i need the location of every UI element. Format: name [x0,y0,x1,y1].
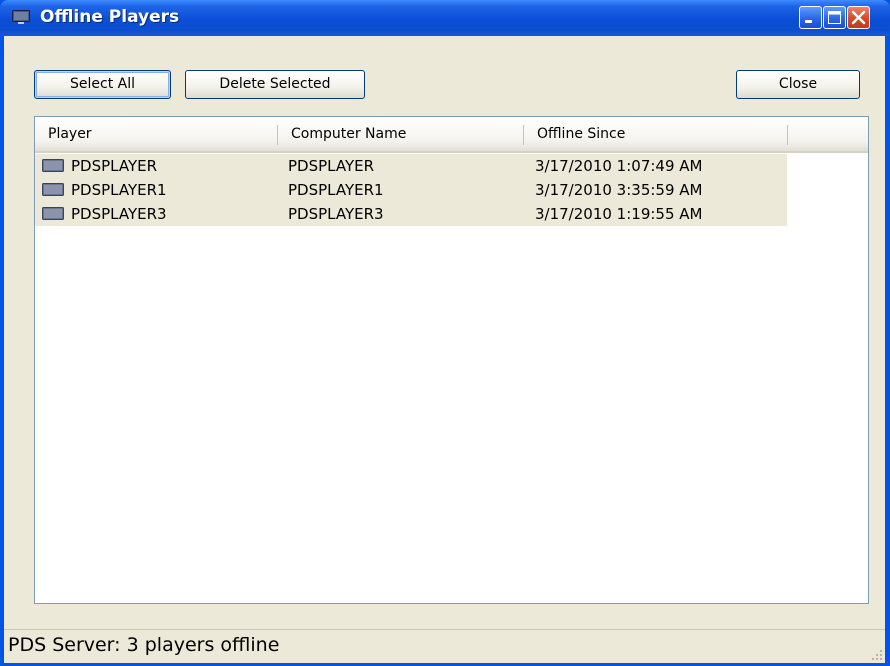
list-header: Player Computer Name Offline Since [35,117,868,153]
column-header-offline-since[interactable]: Offline Since [524,117,788,151]
maximize-icon [828,11,841,24]
title-bar[interactable]: Offline Players [0,0,890,36]
status-bar: PDS Server: 3 players offline [4,629,885,663]
player-cell: PDSPLAYER3 [71,205,167,223]
delete-selected-button[interactable]: Delete Selected [185,70,365,99]
resize-grip-icon[interactable] [869,647,883,661]
computer-name-cell: PDSPLAYER1 [288,181,384,199]
status-text: PDS Server: 3 players offline [8,634,280,656]
minimize-button[interactable] [799,6,822,29]
table-row[interactable]: PDSPLAYER PDSPLAYER 3/17/2010 1:07:49 AM [35,154,787,178]
column-header-player[interactable]: Player [35,117,277,151]
client-area: Select All Delete Selected Close Player … [4,36,885,662]
select-all-button[interactable]: Select All [34,70,171,99]
offline-players-window: Offline Players Select All Delete Select… [0,0,890,666]
column-header-computer-name[interactable]: Computer Name [278,117,523,151]
players-list[interactable]: Player Computer Name Offline Since PDSPL… [34,116,869,604]
player-cell: PDSPLAYER1 [71,181,167,199]
close-window-button[interactable] [847,6,870,29]
window-title: Offline Players [40,7,180,27]
column-separator[interactable] [787,125,788,145]
minimize-icon [805,20,812,23]
monitor-icon [12,10,30,24]
player-icon [42,207,64,220]
player-cell: PDSPLAYER [71,157,158,175]
offline-since-cell: 3/17/2010 1:19:55 AM [535,205,703,223]
table-row[interactable]: PDSPLAYER1 PDSPLAYER1 3/17/2010 3:35:59 … [35,178,787,202]
offline-since-cell: 3/17/2010 1:07:49 AM [535,157,703,175]
close-button[interactable]: Close [736,70,860,99]
offline-since-cell: 3/17/2010 3:35:59 AM [535,181,703,199]
close-icon [851,10,866,25]
computer-name-cell: PDSPLAYER3 [288,205,384,223]
computer-name-cell: PDSPLAYER [288,157,375,175]
table-row[interactable]: PDSPLAYER3 PDSPLAYER3 3/17/2010 1:19:55 … [35,202,787,226]
player-icon [42,159,64,172]
player-icon [42,183,64,196]
maximize-button[interactable] [823,6,846,29]
